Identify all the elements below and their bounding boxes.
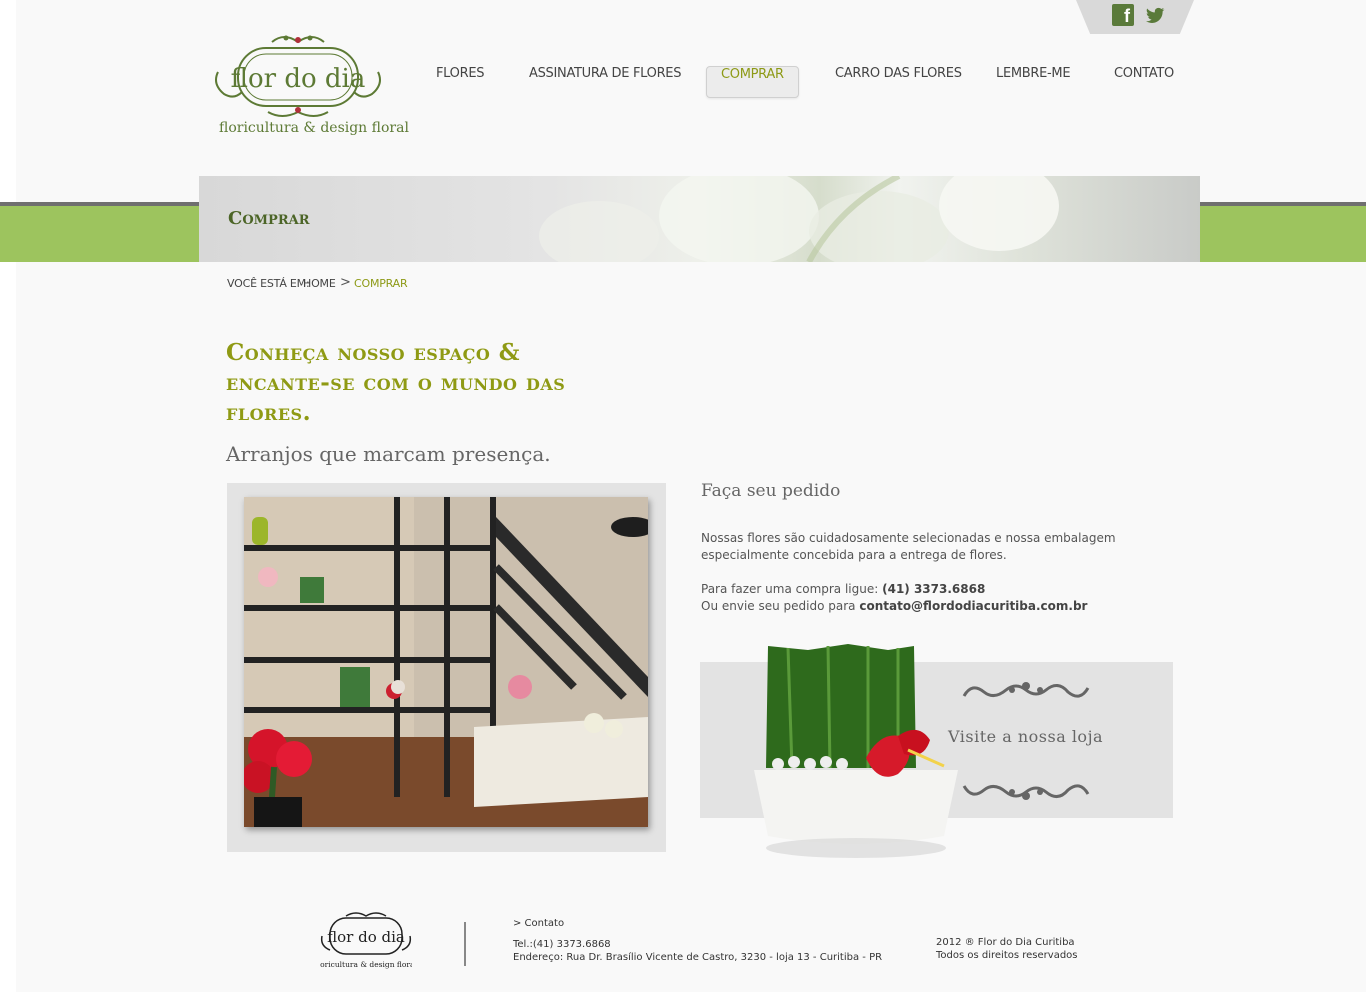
social-tab: [1076, 0, 1194, 34]
page-title: Comprar: [228, 208, 310, 229]
footer-rights: Todos os direitos reservados: [936, 950, 1078, 961]
visit-store-label[interactable]: Visite a nossa loja: [948, 727, 1103, 746]
brand-tagline: floricultura & design floral: [219, 120, 409, 136]
nav-item-contato[interactable]: CONTATO: [1114, 66, 1174, 98]
order-email-prefix: Ou envie seu pedido para: [701, 599, 860, 613]
order-description-line2: especialmente concebida para a entrega d…: [701, 548, 1007, 562]
breadcrumb-prefix: VOCÊ ESTÁ EM:: [227, 277, 310, 290]
footer-phone: Tel.:(41) 3373.6868: [513, 939, 611, 950]
footer-address: Endereço: Rua Dr. Brasílio Vicente de Ca…: [513, 952, 883, 963]
store-photo: [244, 497, 648, 827]
footer-contact-link[interactable]: > Contato: [513, 918, 564, 929]
breadcrumb-separator: >: [340, 275, 351, 290]
breadcrumb-current: COMPRAR: [354, 277, 408, 290]
order-phone-prefix: Para fazer uma compra ligue:: [701, 582, 883, 596]
svg-text:floricultura & design floral: floricultura & design floral: [320, 960, 412, 969]
nav-item-assinatura[interactable]: ASSINATURA DE FLORES: [529, 66, 681, 98]
nav-item-flores[interactable]: FLORES: [436, 66, 485, 98]
order-phone: (41) 3373.6868: [882, 582, 986, 596]
order-email-line: Ou envie seu pedido para contato@flordod…: [701, 599, 1087, 613]
flower-pot-image: [754, 644, 958, 858]
order-email-link[interactable]: contato@flordodiacuritiba.com.br: [859, 599, 1087, 613]
footer-copyright: 2012 ® Flor do Dia Curitiba: [936, 937, 1075, 948]
order-phone-line: Para fazer uma compra ligue: (41) 3373.6…: [701, 582, 985, 596]
ornament-top: [962, 682, 1090, 698]
footer-logo[interactable]: flor do dia floricultura & design floral: [320, 912, 412, 972]
page-background: [16, 0, 1366, 992]
order-title: Faça seu pedido: [701, 481, 841, 501]
page-banner: [199, 176, 1200, 262]
order-description-line1: Nossas flores são cuidadosamente selecio…: [701, 531, 1116, 545]
facebook-icon[interactable]: f: [1112, 4, 1134, 26]
ornament-bottom: [962, 784, 1090, 800]
breadcrumb-home[interactable]: HOME: [303, 277, 336, 290]
svg-text:flor do dia: flor do dia: [327, 928, 405, 946]
nav-item-carro-das-flores[interactable]: CARRO DAS FLORES: [835, 66, 962, 98]
nav-item-lembre-me[interactable]: LEMBRE-ME: [996, 66, 1071, 98]
main-subhead: Arranjos que marcam presença.: [226, 442, 551, 466]
main-headline: Conheça nosso espaço & encante-se com o …: [226, 339, 566, 426]
main-nav: FLORES ASSINATURA DE FLORES COMPRAR CARR…: [0, 66, 1366, 98]
nav-item-comprar[interactable]: COMPRAR: [706, 66, 799, 98]
twitter-icon[interactable]: [1144, 4, 1166, 26]
footer-divider: [464, 922, 466, 966]
